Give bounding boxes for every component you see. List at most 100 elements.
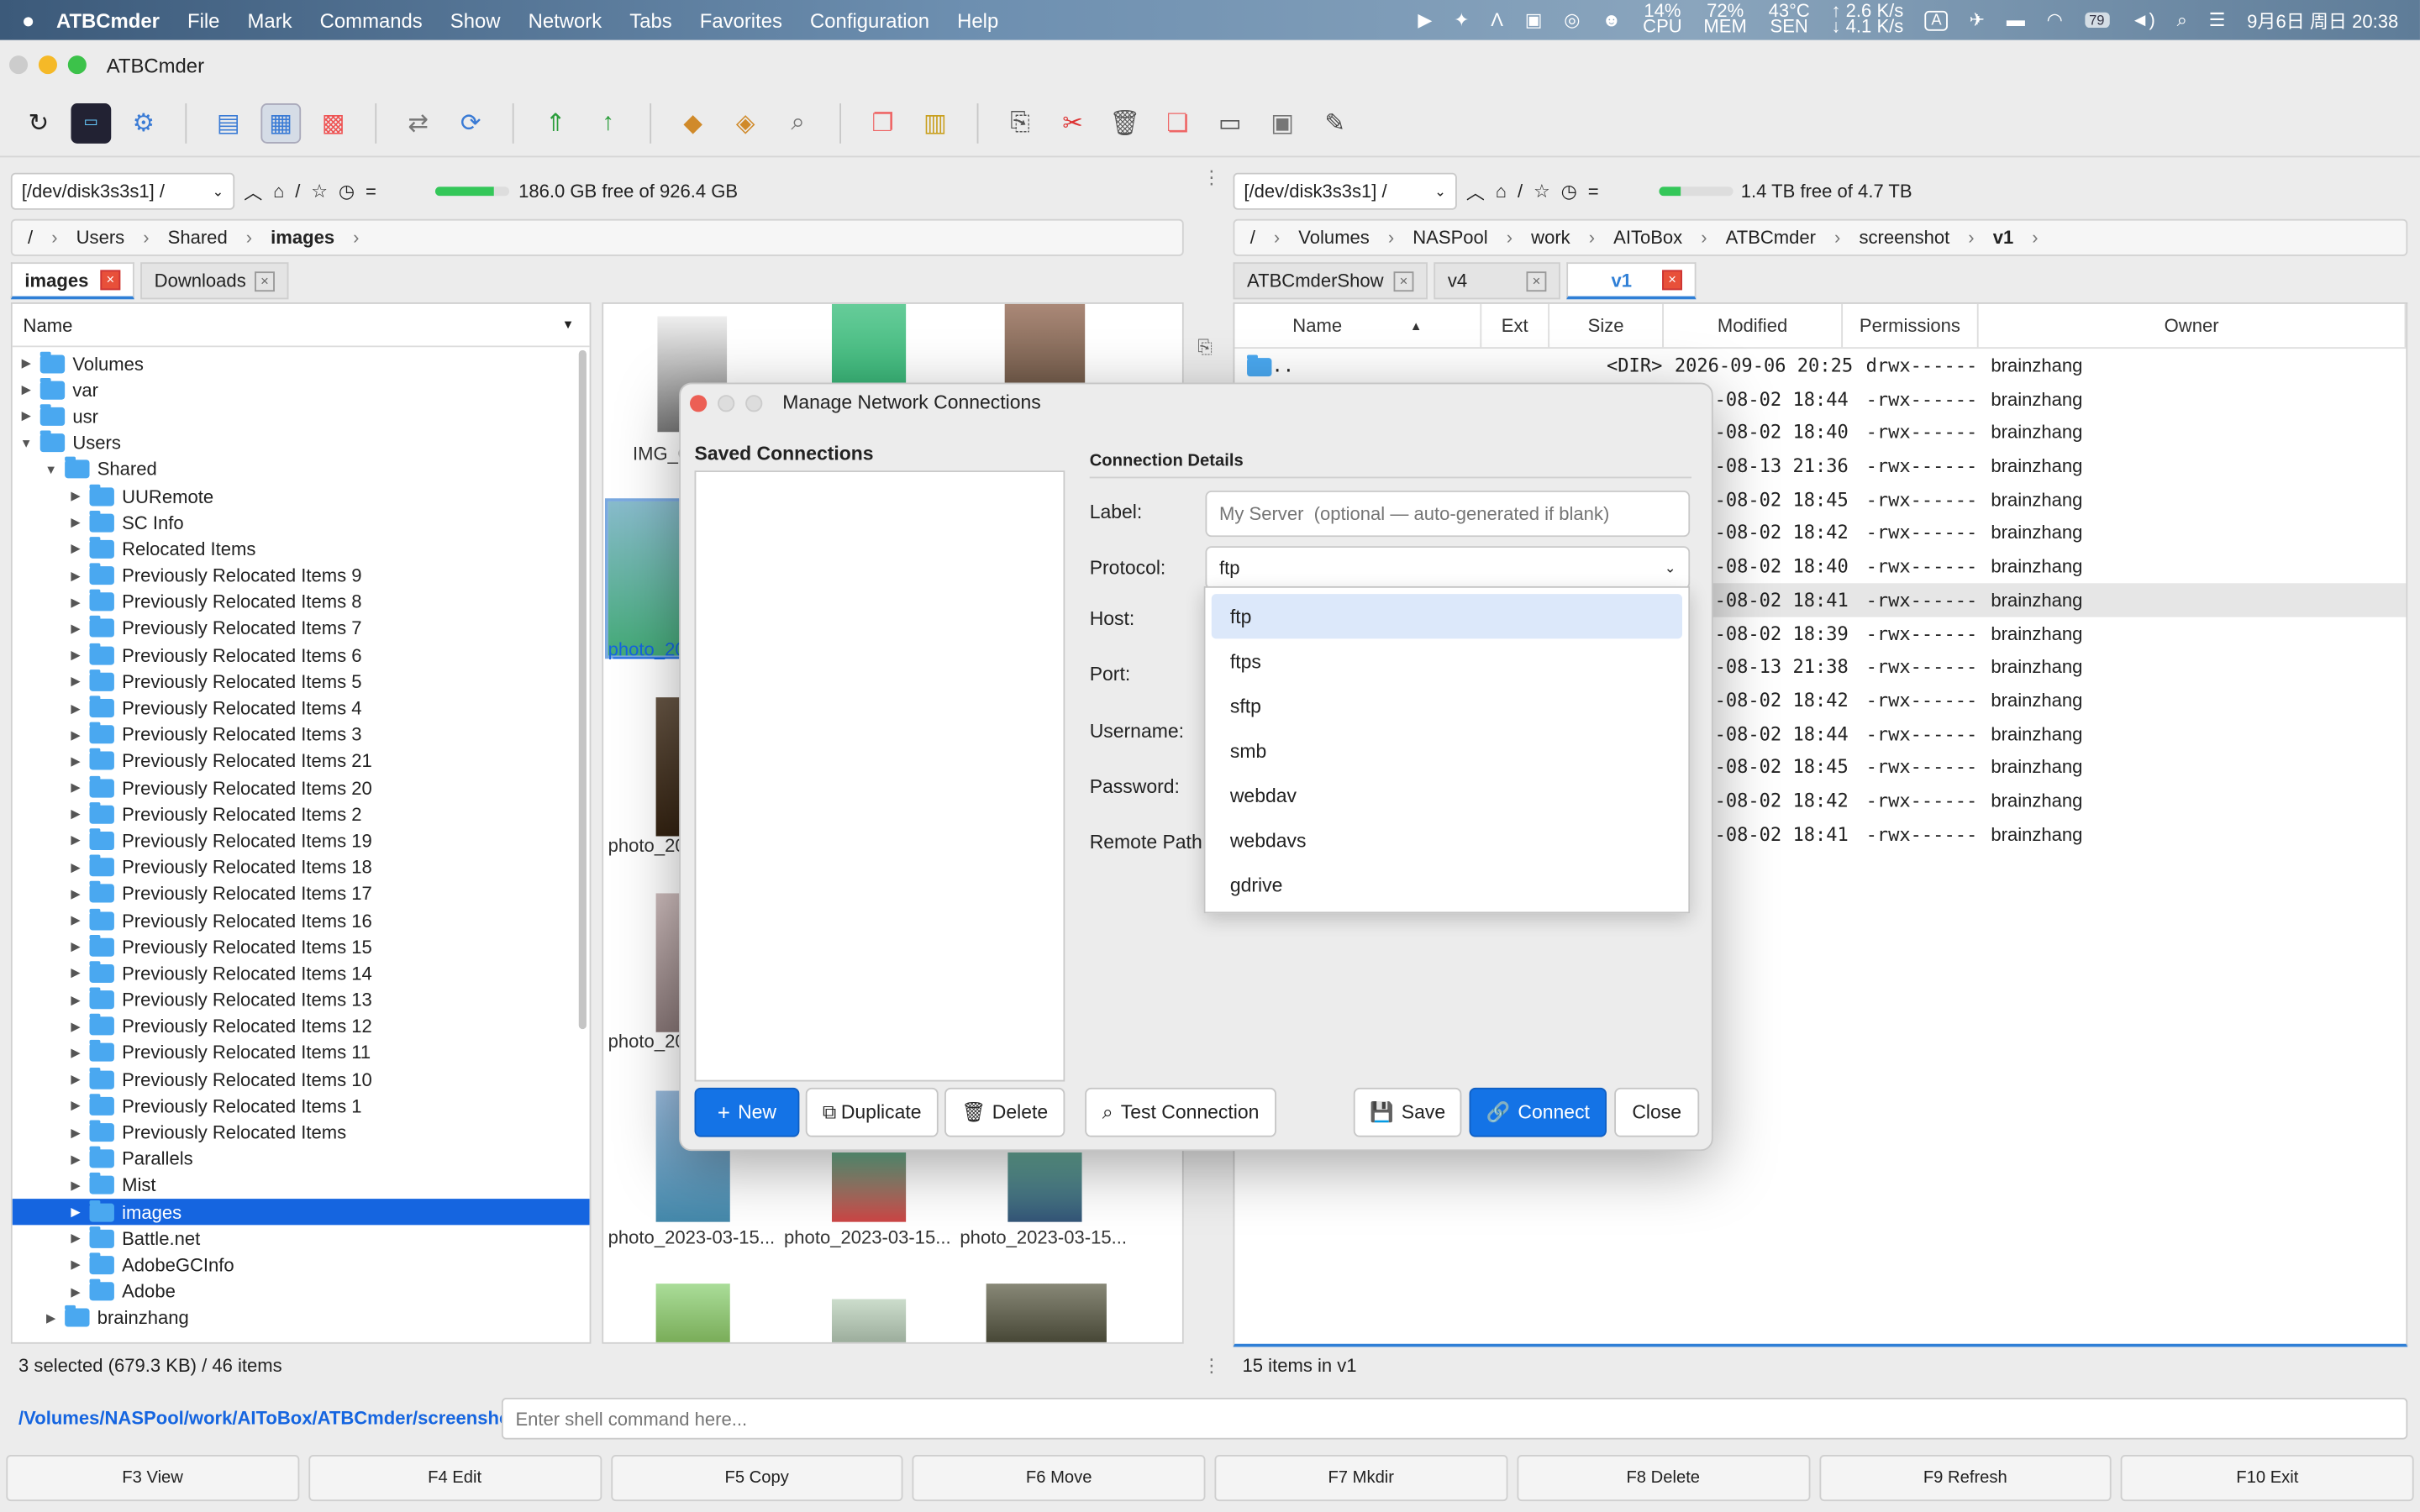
right-drive-select[interactable]: [/dev/disk3s3s1] / ⌄ (1233, 172, 1457, 210)
root-icon[interactable]: / (295, 181, 300, 202)
settings-icon[interactable]: ⚙ (124, 102, 164, 143)
wifi-icon[interactable]: ◠ (2047, 9, 2063, 31)
triangle-right-icon[interactable]: ▶ (68, 913, 83, 927)
dialog-close-button[interactable] (690, 394, 708, 412)
tree-item[interactable]: ▶ Previously Relocated Items 15 (13, 933, 590, 960)
tree-item[interactable]: ▶ Previously Relocated Items 4 (13, 695, 590, 722)
protocol-option-webdavs[interactable]: webdavs (1212, 817, 1682, 862)
tree-item[interactable]: ▶ Previously Relocated Items 11 (13, 1040, 590, 1067)
triangle-right-icon[interactable]: ▶ (68, 1152, 83, 1166)
tree-item[interactable]: ▼ Shared (13, 456, 590, 483)
triangle-right-icon[interactable]: ▶ (68, 781, 83, 795)
tree-item[interactable]: ▶ Previously Relocated Items 17 (13, 880, 590, 907)
thumbnail-view-icon[interactable]: ▩ (313, 102, 354, 143)
triangle-down-icon[interactable]: ▼ (18, 436, 34, 450)
tree-scrollbar[interactable] (578, 349, 587, 1030)
tab-images[interactable]: images × (10, 262, 134, 300)
tree-item[interactable]: ▶ Previously Relocated Items 13 (13, 987, 590, 1014)
saved-connections-list[interactable] (694, 470, 1065, 1082)
tree-item[interactable]: ▶ AdobeGCInfo (13, 1252, 590, 1278)
tree-item[interactable]: ▶ Previously Relocated Items 3 (13, 722, 590, 748)
triangle-right-icon[interactable]: ▶ (68, 622, 83, 636)
tree-item[interactable]: ▶ Previously Relocated Items 6 (13, 642, 590, 669)
protocol-option-ftp[interactable]: ftp (1211, 594, 1683, 639)
triangle-right-icon[interactable]: ▶ (68, 489, 83, 503)
breadcrumb-segment[interactable]: AIToBox (1613, 227, 1682, 249)
column-owner[interactable]: Owner (1979, 303, 2407, 348)
menu-network[interactable]: Network (529, 8, 602, 32)
favorites-icon[interactable]: ☆ (1534, 181, 1550, 202)
mem-stat[interactable]: 72% MEM (1703, 2, 1746, 35)
breadcrumb-segment[interactable]: images (271, 227, 334, 249)
splitter-handle[interactable]: ⋮ (1202, 1355, 1221, 1377)
breadcrumb-segment[interactable]: / (28, 227, 33, 249)
tree-header[interactable]: Name ▼ (12, 304, 590, 348)
menu-mark[interactable]: Mark (248, 8, 292, 32)
close-tab-icon[interactable]: × (1662, 270, 1683, 291)
menu-show[interactable]: Show (450, 8, 501, 32)
sen-stat[interactable]: 43°C SEN (1769, 2, 1810, 35)
triangle-right-icon[interactable]: ▶ (68, 834, 83, 848)
copy-icon[interactable]: ⎘ (1000, 102, 1040, 143)
tree-item[interactable]: ▶ usr (13, 403, 590, 430)
tree-item[interactable]: ▶ Parallels (13, 1146, 590, 1173)
find-icon[interactable]: ⌕ (778, 102, 818, 143)
tree-item[interactable]: ▶ brainzhang (13, 1305, 590, 1331)
edit-icon[interactable]: ✎ (1315, 102, 1355, 143)
triangle-right-icon[interactable]: ▶ (68, 648, 83, 663)
tree-item[interactable]: ▶ Previously Relocated Items (13, 1119, 590, 1146)
tab-v4[interactable]: v4 × (1434, 262, 1560, 300)
breadcrumb-segment[interactable]: Users (76, 227, 125, 249)
unpack-icon[interactable]: ◈ (725, 102, 765, 143)
triangle-right-icon[interactable]: ▶ (68, 940, 83, 954)
triangle-right-icon[interactable]: ▶ (68, 1258, 83, 1273)
triangle-right-icon[interactable]: ▶ (68, 1284, 83, 1299)
thumbnail[interactable] (831, 1152, 907, 1222)
left-tree-pane[interactable]: Name ▼ ▶ Volumes ▶ var ▶ usr ▼ Users ▼ Shared ▶ UURe… (10, 302, 592, 1344)
home-icon[interactable]: ⌂ (1496, 181, 1507, 202)
column-ext[interactable]: Ext (1481, 303, 1550, 348)
fkey-copy-button[interactable]: F5 Copy (610, 1455, 903, 1502)
font-icon[interactable]: Ʌ (1491, 9, 1503, 31)
protocol-select[interactable]: ftp ⌄ (1205, 546, 1691, 590)
tree-item[interactable]: ▶ Previously Relocated Items 16 (13, 907, 590, 934)
new-connection-button[interactable]: + New (694, 1087, 800, 1137)
layers-icon[interactable]: ◎ (1564, 9, 1580, 31)
thumbnail[interactable] (986, 1284, 1107, 1342)
protocol-option-smb[interactable]: smb (1212, 728, 1682, 773)
tree-item[interactable]: ▶ Previously Relocated Items 7 (13, 616, 590, 643)
triangle-right-icon[interactable]: ▶ (68, 1179, 83, 1193)
triangle-right-icon[interactable]: ▶ (68, 727, 83, 742)
thumbnail[interactable] (655, 1284, 730, 1342)
bird-icon[interactable]: ✈ (1970, 9, 1985, 31)
app-menu[interactable]: ATBCmder (56, 8, 160, 32)
cpu-stat[interactable]: 14% CPU (1643, 2, 1682, 35)
tab-downloads[interactable]: Downloads × (140, 262, 289, 300)
triangle-right-icon[interactable]: ▶ (43, 1311, 58, 1326)
sync-icon[interactable]: ⟳ (450, 102, 491, 143)
tree-item[interactable]: ▶ Battle.net (13, 1226, 590, 1252)
equal-icon[interactable]: = (1588, 181, 1599, 202)
thumbnail[interactable] (1007, 1152, 1082, 1222)
root-icon[interactable]: / (1518, 181, 1523, 202)
tree-item[interactable]: ▶ Previously Relocated Items 1 (13, 1093, 590, 1120)
triangle-right-icon[interactable]: ▶ (68, 1046, 83, 1060)
full-view-icon[interactable]: ▦ (260, 102, 302, 143)
triangle-right-icon[interactable]: ▶ (68, 1020, 83, 1034)
left-drive-select[interactable]: [/dev/disk3s3s1] / ⌄ (10, 172, 235, 210)
tree-item[interactable]: ▶ UURemote (13, 483, 590, 510)
triangle-right-icon[interactable]: ▶ (68, 516, 83, 530)
column-size[interactable]: Size (1549, 303, 1664, 348)
history-icon[interactable]: ◷ (1561, 181, 1577, 202)
go-root-icon[interactable]: ⇑ (535, 102, 576, 143)
tree-item[interactable]: ▶ Previously Relocated Items 8 (13, 589, 590, 616)
triangle-right-icon[interactable]: ▶ (68, 1073, 83, 1087)
tree-item[interactable]: ▶ Previously Relocated Items 5 (13, 669, 590, 696)
menu-help[interactable]: Help (957, 8, 998, 32)
triangle-right-icon[interactable]: ▶ (68, 701, 83, 716)
thumbnail[interactable] (831, 1299, 907, 1342)
cut-icon[interactable]: ✂ (1053, 102, 1093, 143)
dialog-zoom-button[interactable] (745, 394, 763, 412)
net-stat[interactable]: ↑ 2.6 K/s ↓ 4.1 K/s (1832, 2, 1904, 35)
volume-icon[interactable]: ◄) (2131, 9, 2155, 31)
